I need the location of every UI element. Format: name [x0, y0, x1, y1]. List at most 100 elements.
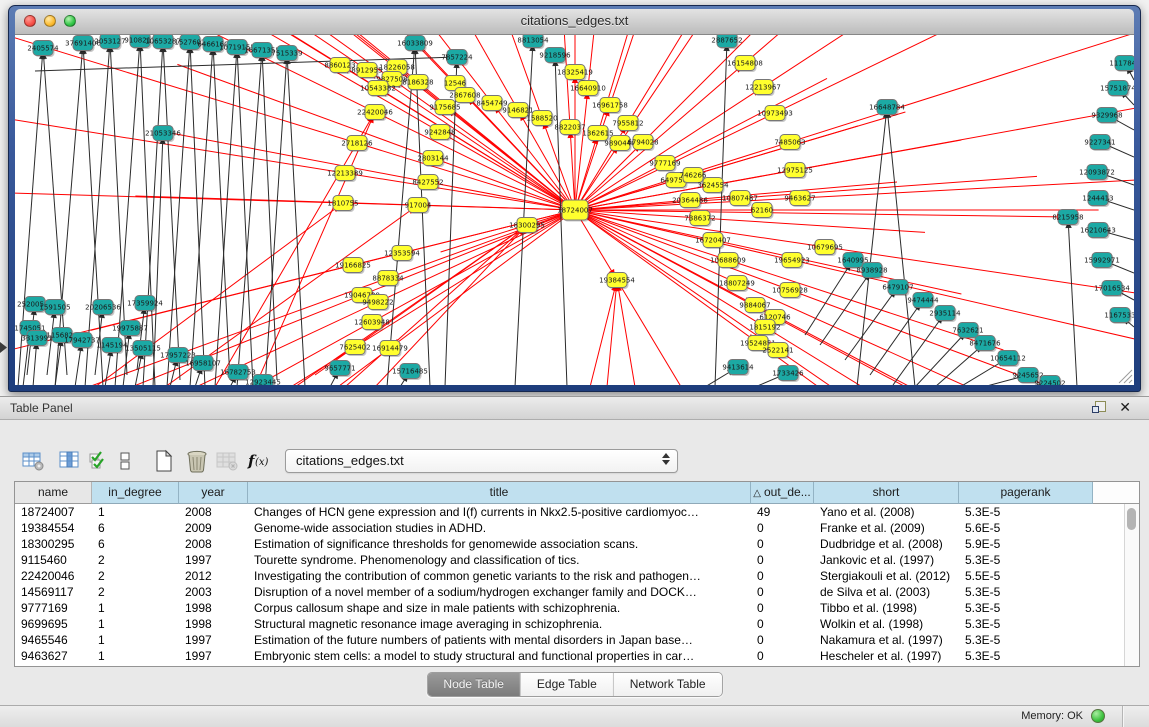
- graph-node[interactable]: 917004: [405, 198, 432, 215]
- cell-pagerank[interactable]: 5.6E-5: [959, 520, 1093, 536]
- cell-name[interactable]: 9115460: [15, 552, 92, 568]
- table-selector-dropdown[interactable]: citations_edges.txt: [285, 449, 678, 473]
- cell-year[interactable]: 1997: [179, 552, 248, 568]
- column-header-short[interactable]: short: [814, 482, 959, 504]
- cell-title[interactable]: Tourette syndrome. Phenomenology and cla…: [248, 552, 751, 568]
- cell-pagerank[interactable]: 5.3E-5: [959, 600, 1093, 616]
- graph-node[interactable]: 19654923: [774, 253, 810, 270]
- table-row[interactable]: 1830029562008Estimation of significance …: [15, 536, 1139, 552]
- cell-short[interactable]: Tibbo et al. (1998): [814, 600, 959, 616]
- window-resize-grip[interactable]: [1129, 380, 1132, 383]
- graph-node[interactable]: 21053346: [145, 126, 181, 143]
- graph-node[interactable]: 16720407: [695, 233, 731, 250]
- cell-out_de[interactable]: 0: [751, 584, 814, 600]
- graph-node[interactable]: 16210643: [1080, 223, 1116, 240]
- graph-node[interactable]: 12975125: [777, 163, 813, 180]
- graph-node[interactable]: 8215958: [1052, 210, 1083, 227]
- cell-in_degree[interactable]: 6: [92, 536, 179, 552]
- graph-node[interactable]: 12213967: [745, 80, 781, 97]
- cell-short[interactable]: Yano et al. (2008): [814, 504, 959, 520]
- cell-year[interactable]: 2003: [179, 584, 248, 600]
- graph-node[interactable]: 12213389: [327, 166, 363, 183]
- cell-out_de[interactable]: 49: [751, 504, 814, 520]
- graph-node[interactable]: 9329968: [1091, 108, 1122, 125]
- graph-node[interactable]: 19166825: [335, 258, 371, 275]
- cell-out_de[interactable]: 0: [751, 600, 814, 616]
- cell-out_de[interactable]: 0: [751, 536, 814, 552]
- graph-node[interactable]: 2887652: [711, 35, 742, 49]
- tab-network-table[interactable]: Network Table: [613, 673, 722, 696]
- panel-collapse-arrow[interactable]: [0, 342, 7, 353]
- cell-name[interactable]: 18724007: [15, 504, 92, 520]
- cell-pagerank[interactable]: 5.3E-5: [959, 632, 1093, 648]
- graph-node[interactable]: 7386372: [684, 211, 715, 228]
- cell-in_degree[interactable]: 2: [92, 568, 179, 584]
- graph-node[interactable]: 16914479: [372, 341, 408, 358]
- column-header-year[interactable]: year: [179, 482, 248, 504]
- cell-year[interactable]: 1998: [179, 600, 248, 616]
- column-header-out_de[interactable]: △out_de...: [751, 482, 814, 504]
- graph-node[interactable]: 1733426: [772, 366, 804, 383]
- cell-title[interactable]: Investigating the contribution of common…: [248, 568, 751, 584]
- table-row[interactable]: 1872400712008Changes of HCN gene express…: [15, 504, 1139, 520]
- cell-title[interactable]: Estimation of significance thresholds fo…: [248, 536, 751, 552]
- cell-name[interactable]: 9465546: [15, 632, 92, 648]
- cell-short[interactable]: Franke et al. (2009): [814, 520, 959, 536]
- graph-node[interactable]: 10688609: [710, 253, 746, 270]
- cell-pagerank[interactable]: 5.3E-5: [959, 552, 1093, 568]
- table-row[interactable]: 911546021997Tourette syndrome. Phenomeno…: [15, 552, 1139, 568]
- cell-out_de[interactable]: 0: [751, 632, 814, 648]
- graph-node[interactable]: 2053127: [94, 35, 125, 50]
- graph-node[interactable]: 17359924: [127, 296, 163, 313]
- graph-node[interactable]: 16033809: [397, 36, 433, 53]
- graph-node[interactable]: 15992971: [1084, 253, 1120, 270]
- cell-title[interactable]: Structural magnetic resonance image aver…: [248, 616, 751, 632]
- cell-short[interactable]: Stergiakouli et al. (2012): [814, 568, 959, 584]
- graph-node[interactable]: 8822037: [554, 120, 585, 137]
- cell-year[interactable]: 2008: [179, 504, 248, 520]
- cell-name[interactable]: 19384554: [15, 520, 92, 536]
- graph-node[interactable]: 19384554: [599, 273, 635, 290]
- table-row[interactable]: 2242004622012Investigating the contribut…: [15, 568, 1139, 584]
- tab-node-table[interactable]: Node Table: [427, 673, 520, 696]
- graph-node[interactable]: 1167533: [1104, 308, 1134, 325]
- cell-year[interactable]: 1997: [179, 632, 248, 648]
- cell-in_degree[interactable]: 1: [92, 616, 179, 632]
- graph-node[interactable]: 18724007: [557, 200, 593, 222]
- cell-name[interactable]: 22420046: [15, 568, 92, 584]
- graph-node[interactable]: 2935114: [929, 306, 961, 323]
- graph-node[interactable]: 12093872: [1079, 165, 1115, 182]
- graph-node[interactable]: 16154808: [727, 56, 763, 73]
- float-panel-icon[interactable]: [1092, 401, 1105, 414]
- graph-node[interactable]: 18325419: [557, 65, 593, 82]
- cell-name[interactable]: 18300295: [15, 536, 92, 552]
- graph-node[interactable]: 2803144: [417, 151, 449, 168]
- network-window[interactable]: citations_edges.txt 88601238912955182260…: [8, 5, 1141, 392]
- cell-title[interactable]: Embryonic stem cells: a model to study s…: [248, 648, 751, 664]
- cell-year[interactable]: 2009: [179, 520, 248, 536]
- cell-name[interactable]: 9463627: [15, 648, 92, 664]
- graph-node[interactable]: 15716485: [392, 364, 428, 381]
- show-columns-icon[interactable]: [57, 448, 83, 474]
- table-row[interactable]: 946362711997Embryonic stem cells: a mode…: [15, 648, 1139, 664]
- select-columns-icon[interactable]: [86, 448, 112, 474]
- graph-node[interactable]: 9474444: [907, 293, 939, 310]
- network-canvas[interactable]: 8860123891295518226058982750881863281054…: [15, 35, 1134, 385]
- cell-out_de[interactable]: 0: [751, 616, 814, 632]
- cell-name[interactable]: 14569117: [15, 584, 92, 600]
- graph-node[interactable]: 20364486: [672, 193, 708, 210]
- cell-out_de[interactable]: 0: [751, 568, 814, 584]
- cell-short[interactable]: Wolkin et al. (1998): [814, 616, 959, 632]
- row-height-icon[interactable]: [112, 448, 138, 474]
- graph-node[interactable]: 6794028: [627, 135, 658, 152]
- close-panel-icon[interactable]: ✕: [1119, 400, 1131, 414]
- table-row[interactable]: 977716911998Corpus callosum shape and si…: [15, 600, 1139, 616]
- cell-pagerank[interactable]: 5.3E-5: [959, 504, 1093, 520]
- cell-out_de[interactable]: 0: [751, 552, 814, 568]
- cell-short[interactable]: Nakamura et al. (1997): [814, 632, 959, 648]
- graph-node[interactable]: 62160: [751, 203, 774, 220]
- cell-short[interactable]: Dudbridge et al. (2008): [814, 536, 959, 552]
- column-header-in_degree[interactable]: in_degree: [92, 482, 179, 504]
- table-mode-icon[interactable]: [20, 448, 46, 474]
- table-row[interactable]: 969969511998Structural magnetic resonanc…: [15, 616, 1139, 632]
